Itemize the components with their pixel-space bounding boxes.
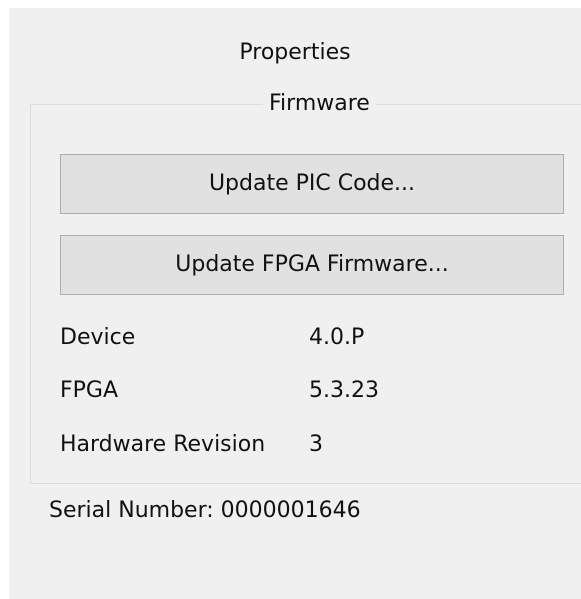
- hardware-revision-value: 3: [309, 432, 323, 457]
- device-value: 4.0.P: [309, 325, 365, 350]
- firmware-groupbox: Firmware Update PIC Code... Update FPGA …: [30, 88, 581, 484]
- fpga-value: 5.3.23: [309, 378, 379, 403]
- fpga-label: FPGA: [60, 378, 119, 403]
- update-pic-code-button[interactable]: Update PIC Code...: [60, 154, 564, 214]
- serial-number: Serial Number: 0000001646: [49, 498, 361, 523]
- device-label: Device: [60, 325, 136, 350]
- update-fpga-firmware-button[interactable]: Update FPGA Firmware...: [60, 235, 564, 295]
- properties-panel: Properties Firmware Update PIC Code... U…: [9, 8, 581, 599]
- hardware-revision-label: Hardware Revision: [60, 432, 266, 457]
- firmware-group-label: Firmware: [263, 88, 376, 120]
- panel-title: Properties: [239, 40, 351, 65]
